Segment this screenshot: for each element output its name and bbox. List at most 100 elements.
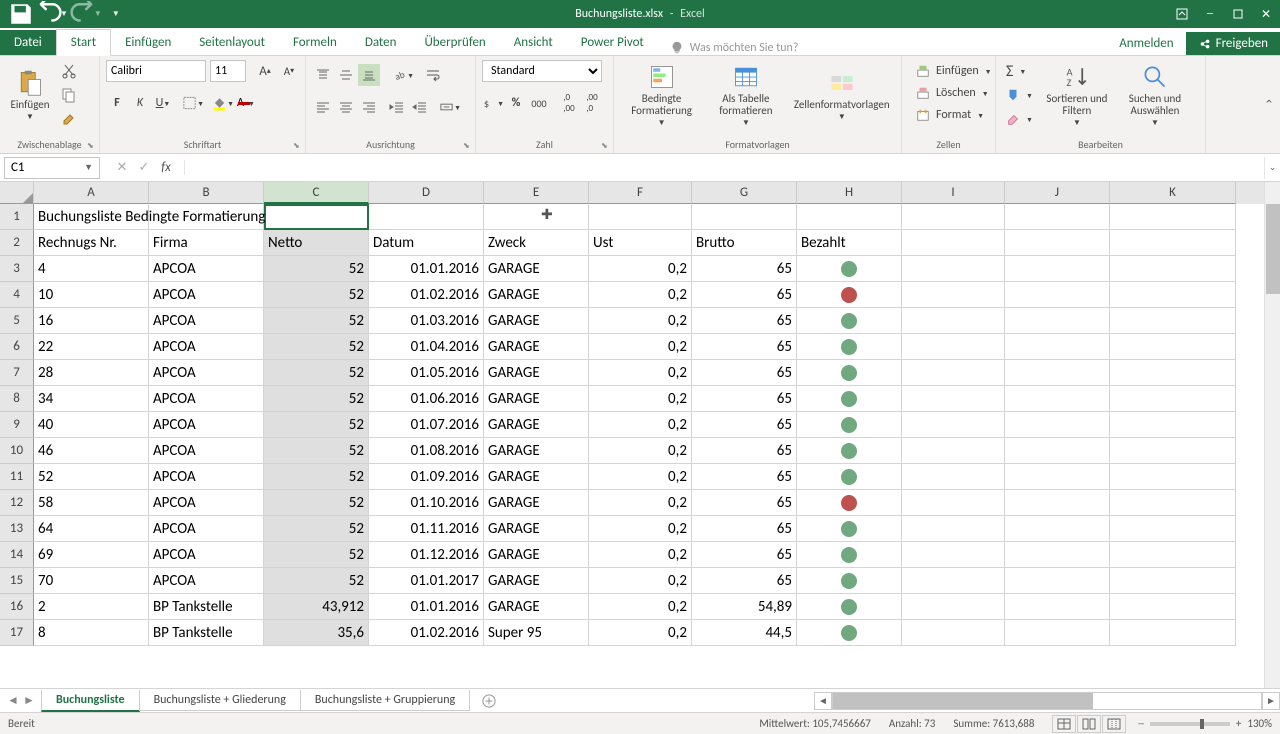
save-button[interactable] [8,2,34,26]
cell-C14[interactable]: 52 [264,542,369,568]
cell-F6[interactable]: 0,2 [589,334,692,360]
cell-C6[interactable]: 52 [264,334,369,360]
cell-F4[interactable]: 0,2 [589,282,692,308]
cell-D6[interactable]: 01.04.2016 [369,334,484,360]
autosum-button[interactable]: Σ▼ [1002,60,1037,82]
cell-J17[interactable] [1005,620,1110,646]
fill-button[interactable]: ▼ [1002,84,1037,106]
cell-K3[interactable] [1110,256,1236,282]
cell-B10[interactable]: APCOA [149,438,264,464]
cell-I16[interactable] [902,594,1005,620]
cell-I4[interactable] [902,282,1005,308]
cell-K13[interactable] [1110,516,1236,542]
cell-I7[interactable] [902,360,1005,386]
cell-A17[interactable]: 8 [34,620,149,646]
cell-D8[interactable]: 01.06.2016 [369,386,484,412]
dialog-launcher[interactable]: ⬊ [601,141,611,151]
row-header-4[interactable]: 4 [0,282,34,308]
cell-J9[interactable] [1005,412,1110,438]
align-top-button[interactable] [312,64,334,86]
cell-C11[interactable]: 52 [264,464,369,490]
col-header-C[interactable]: C [264,182,369,204]
sheet-tab-1[interactable]: Buchungsliste [41,690,140,712]
zoom-out-button[interactable]: ─ [1138,717,1144,730]
cell-C5[interactable]: 52 [264,308,369,334]
cell-I1[interactable] [902,204,1005,230]
zoom-slider[interactable] [1150,722,1230,726]
cell-F16[interactable]: 0,2 [589,594,692,620]
cell-J2[interactable] [1005,230,1110,256]
insert-cells-button[interactable]: Einfügen▼ [908,60,1000,82]
cell-I14[interactable] [902,542,1005,568]
tab-daten[interactable]: Daten [351,30,411,55]
cell-J8[interactable] [1005,386,1110,412]
cell-D17[interactable]: 01.02.2016 [369,620,484,646]
col-header-A[interactable]: A [34,182,149,204]
cell-F3[interactable]: 0,2 [589,256,692,282]
row-header-5[interactable]: 5 [0,308,34,334]
cell-K2[interactable] [1110,230,1236,256]
zoom-in-button[interactable]: + [1236,717,1241,730]
zoom-level[interactable]: 130% [1247,717,1272,730]
cell-A8[interactable]: 34 [34,386,149,412]
sort-filter-button[interactable]: AZ Sortieren und Filtern▼ [1041,60,1113,130]
cell-H9[interactable] [797,412,902,438]
cell-G12[interactable]: 65 [692,490,797,516]
grow-font-button[interactable]: A▴ [254,60,276,82]
cell-A14[interactable]: 69 [34,542,149,568]
cell-F10[interactable]: 0,2 [589,438,692,464]
row-header-9[interactable]: 9 [0,412,34,438]
sheet-nav-next[interactable]: ► [22,693,36,708]
cell-G16[interactable]: 54,89 [692,594,797,620]
orientation-button[interactable]: ab▼ [392,64,414,86]
dialog-launcher[interactable]: ⬊ [293,141,303,151]
cell-E17[interactable]: Super 95 [484,620,589,646]
cell-E14[interactable]: GARAGE [484,542,589,568]
row-header-6[interactable]: 6 [0,334,34,360]
accounting-format-button[interactable]: $▼ [482,92,504,114]
cell-H2[interactable]: Bezahlt [797,230,902,256]
font-name-select[interactable] [106,60,206,82]
cell-J12[interactable] [1005,490,1110,516]
cell-J11[interactable] [1005,464,1110,490]
cell-F2[interactable]: Ust [589,230,692,256]
cell-F14[interactable]: 0,2 [589,542,692,568]
cell-K4[interactable] [1110,282,1236,308]
col-header-B[interactable]: B [149,182,264,204]
cell-styles-button[interactable]: Zellenformatvorlagen▼ [789,60,895,130]
cell-G7[interactable]: 65 [692,360,797,386]
increase-indent-button[interactable] [409,96,431,118]
cell-F5[interactable]: 0,2 [589,308,692,334]
cell-I6[interactable] [902,334,1005,360]
cell-A4[interactable]: 10 [34,282,149,308]
font-size-select[interactable] [210,60,246,82]
cell-H6[interactable] [797,334,902,360]
align-right-button[interactable] [358,96,380,118]
cell-E6[interactable]: GARAGE [484,334,589,360]
cell-B17[interactable]: BP Tankstelle [149,620,264,646]
col-header-G[interactable]: G [692,182,797,204]
signin-link[interactable]: Anmelden [1107,36,1185,51]
cell-E4[interactable]: GARAGE [484,282,589,308]
col-header-K[interactable]: K [1110,182,1236,204]
dialog-launcher[interactable]: ⬊ [463,141,473,151]
insert-function-button[interactable]: fx [156,160,176,175]
cell-H10[interactable] [797,438,902,464]
cell-A10[interactable]: 46 [34,438,149,464]
align-bottom-button[interactable] [358,64,380,86]
cell-D13[interactable]: 01.11.2016 [369,516,484,542]
cell-E10[interactable]: GARAGE [484,438,589,464]
font-color-button[interactable]: A▼ [235,92,257,114]
cell-K9[interactable] [1110,412,1236,438]
cell-C4[interactable]: 52 [264,282,369,308]
cell-C3[interactable]: 52 [264,256,369,282]
cell-K10[interactable] [1110,438,1236,464]
cell-G5[interactable]: 65 [692,308,797,334]
cell-B15[interactable]: APCOA [149,568,264,594]
cell-C7[interactable]: 52 [264,360,369,386]
cell-D3[interactable]: 01.01.2016 [369,256,484,282]
cell-A7[interactable]: 28 [34,360,149,386]
cell-H14[interactable] [797,542,902,568]
cell-B5[interactable]: APCOA [149,308,264,334]
cell-E15[interactable]: GARAGE [484,568,589,594]
